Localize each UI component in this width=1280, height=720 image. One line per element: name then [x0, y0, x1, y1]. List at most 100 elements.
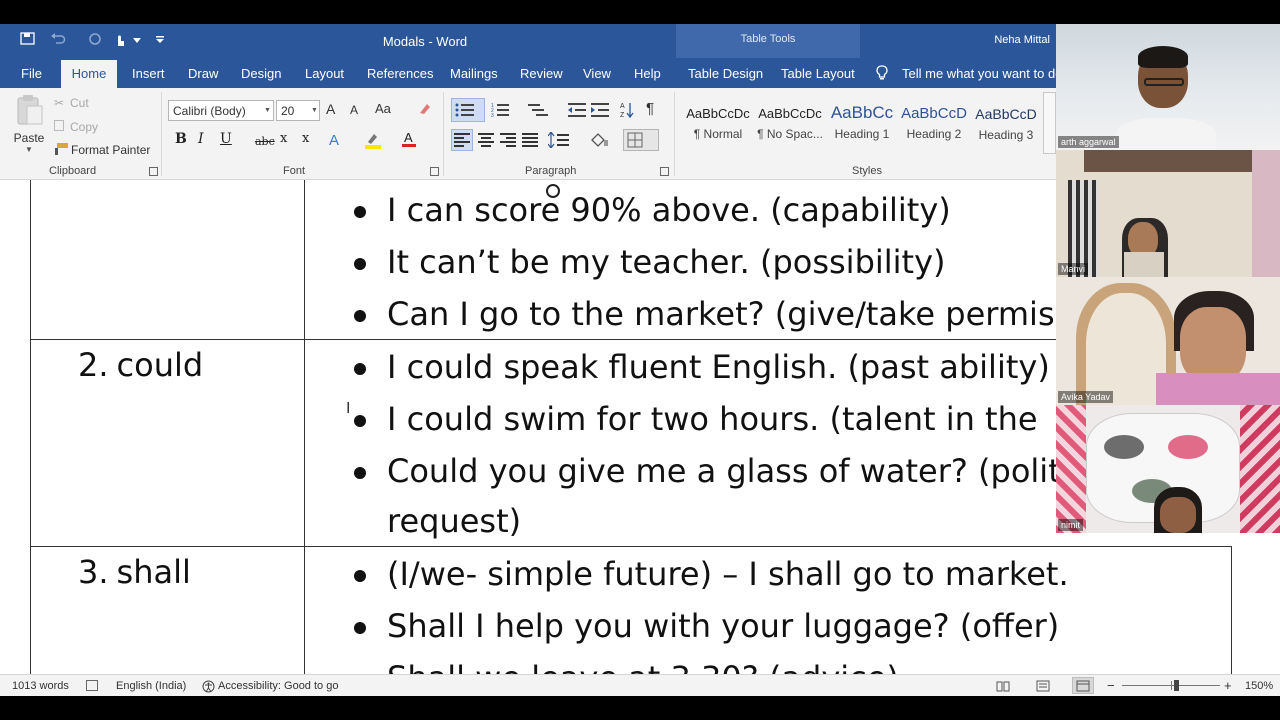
tab-help[interactable]: Help: [634, 66, 661, 81]
highlight-icon[interactable]: [364, 132, 382, 153]
underline-button[interactable]: U: [220, 131, 232, 147]
align-center-icon[interactable]: [478, 133, 494, 150]
modal-heading[interactable]: 2. could: [78, 346, 203, 384]
font-size-value: 20: [281, 104, 295, 118]
font-launcher-icon[interactable]: [430, 167, 439, 176]
bullets-button[interactable]: [451, 98, 485, 122]
list-item[interactable]: I could swim for two hours. (talent in t…: [387, 400, 1038, 438]
superscript-button[interactable]: x: [302, 131, 309, 146]
chevron-down-icon: ▼: [25, 145, 33, 154]
tab-insert[interactable]: Insert: [132, 66, 165, 81]
divider: [161, 92, 162, 176]
decrease-indent-icon[interactable]: [568, 102, 586, 121]
list-item[interactable]: Shall we leave at 3.30? (advice): [387, 659, 899, 674]
align-left-button[interactable]: [451, 129, 473, 151]
list-item[interactable]: I could speak fluent English. (past abil…: [387, 348, 1050, 386]
list-item[interactable]: Shall I help you with your luggage? (off…: [387, 607, 1059, 645]
style-heading-2[interactable]: AaBbCcD Heading 2: [898, 92, 970, 154]
table-row-divider: [30, 546, 1232, 547]
zoom-level[interactable]: 150%: [1245, 680, 1273, 692]
read-mode-icon[interactable]: [996, 680, 1010, 695]
tab-references[interactable]: References: [367, 66, 433, 81]
zoom-slider-thumb[interactable]: [1174, 680, 1179, 691]
style-sample: AaBbCc: [830, 103, 894, 122]
tab-table-design[interactable]: Table Design: [688, 66, 763, 81]
style-name: ¶ Normal: [693, 127, 743, 141]
accessibility-status[interactable]: Accessibility: Good to go: [218, 680, 338, 692]
justify-icon[interactable]: [522, 133, 538, 150]
paragraph-launcher-icon[interactable]: [660, 167, 669, 176]
italic-button[interactable]: I: [198, 131, 204, 147]
shrink-font-button[interactable]: A: [350, 103, 358, 117]
clipboard-launcher-icon[interactable]: [149, 167, 158, 176]
strikethrough-button[interactable]: abc: [255, 135, 275, 148]
change-case-button[interactable]: Aa: [375, 101, 391, 116]
increase-indent-icon[interactable]: [591, 102, 609, 121]
style-sample: AaBbCcDc: [686, 106, 750, 121]
web-layout-button[interactable]: [1072, 677, 1094, 694]
title-bar: Modals - Word Table Tools Neha Mittal: [0, 24, 1056, 82]
style-heading-3[interactable]: AaBbCcD Heading 3: [970, 92, 1042, 154]
style-no-spacing[interactable]: AaBbCcDc ¶ No Spac...: [754, 92, 826, 154]
list-item[interactable]: It can’t be my teacher. (possibility): [387, 243, 946, 281]
style-heading-1[interactable]: AaBbCc Heading 1: [826, 92, 898, 154]
sort-icon[interactable]: AZ: [620, 101, 634, 122]
list-item[interactable]: I can score 90% above. (capability): [387, 191, 951, 229]
paste-button[interactable]: Paste ▼: [10, 94, 48, 158]
shading-icon[interactable]: [589, 132, 609, 151]
show-formatting-icon[interactable]: ¶: [646, 100, 654, 117]
tab-file[interactable]: File: [21, 66, 42, 81]
word-count[interactable]: 1013 words: [12, 680, 69, 692]
modal-heading[interactable]: 3. shall: [78, 553, 191, 591]
multilevel-list-icon[interactable]: [528, 102, 550, 121]
language-indicator[interactable]: English (India): [116, 680, 186, 692]
video-tile[interactable]: nimit: [1056, 405, 1280, 533]
align-right-icon[interactable]: [500, 133, 516, 150]
bullet: [354, 310, 366, 322]
tab-mailings[interactable]: Mailings: [450, 66, 498, 81]
list-item-continuation[interactable]: request): [387, 502, 521, 540]
list-item[interactable]: Can I go to the market? (give/take permi…: [387, 295, 1055, 333]
tab-design[interactable]: Design: [241, 66, 281, 81]
font-color-icon[interactable]: A: [401, 130, 417, 151]
table-border-right: [1231, 546, 1232, 674]
font-name-select[interactable]: Calibri (Body): [168, 100, 274, 121]
tab-table-layout[interactable]: Table Layout: [781, 66, 855, 81]
tab-home[interactable]: Home: [61, 60, 117, 88]
proofing-icon[interactable]: [86, 680, 98, 691]
tab-view[interactable]: View: [583, 66, 611, 81]
format-painter-button[interactable]: Format Painter: [71, 143, 150, 157]
video-tile[interactable]: Manvi: [1056, 150, 1280, 277]
zoom-slider[interactable]: [1122, 680, 1220, 691]
video-tile[interactable]: Avika Yadav: [1056, 277, 1280, 405]
video-tile[interactable]: arth aggarwal: [1056, 24, 1280, 150]
tell-me-search[interactable]: Tell me what you want to do: [902, 66, 1062, 81]
divider: [443, 92, 444, 176]
clear-formatting-icon[interactable]: [418, 102, 432, 119]
screen: Modals - Word Table Tools Neha Mittal Fi…: [0, 0, 1280, 720]
print-layout-icon[interactable]: [1036, 680, 1050, 695]
grow-font-button[interactable]: A: [326, 101, 335, 117]
tab-layout[interactable]: Layout: [305, 66, 344, 81]
numbering-icon[interactable]: 123: [491, 102, 513, 121]
zoom-in-button[interactable]: +: [1224, 678, 1232, 693]
subscript-button[interactable]: x: [280, 131, 287, 146]
user-name[interactable]: Neha Mittal: [994, 34, 1050, 46]
tab-review[interactable]: Review: [520, 66, 563, 81]
style-normal[interactable]: AaBbCcDc ¶ Normal: [682, 92, 754, 154]
list-item[interactable]: Could you give me a glass of water? (pol…: [387, 452, 1061, 490]
cut-button[interactable]: Cut: [70, 96, 89, 110]
line-spacing-icon[interactable]: [547, 131, 572, 151]
list-item[interactable]: (I/we- simple future) – I shall go to ma…: [387, 555, 1069, 593]
styles-scroll[interactable]: [1043, 92, 1056, 154]
divider: [674, 92, 675, 176]
borders-button[interactable]: [623, 129, 659, 151]
copy-button[interactable]: Copy: [70, 120, 98, 134]
modal-number: 3.: [78, 553, 109, 591]
bold-button[interactable]: B: [175, 131, 187, 147]
chevron-down-icon: ▼: [264, 107, 271, 114]
text-effects-icon[interactable]: A: [329, 132, 339, 149]
zoom-out-button[interactable]: −: [1107, 678, 1115, 693]
style-name: Heading 2: [906, 127, 962, 141]
tab-draw[interactable]: Draw: [188, 66, 218, 81]
